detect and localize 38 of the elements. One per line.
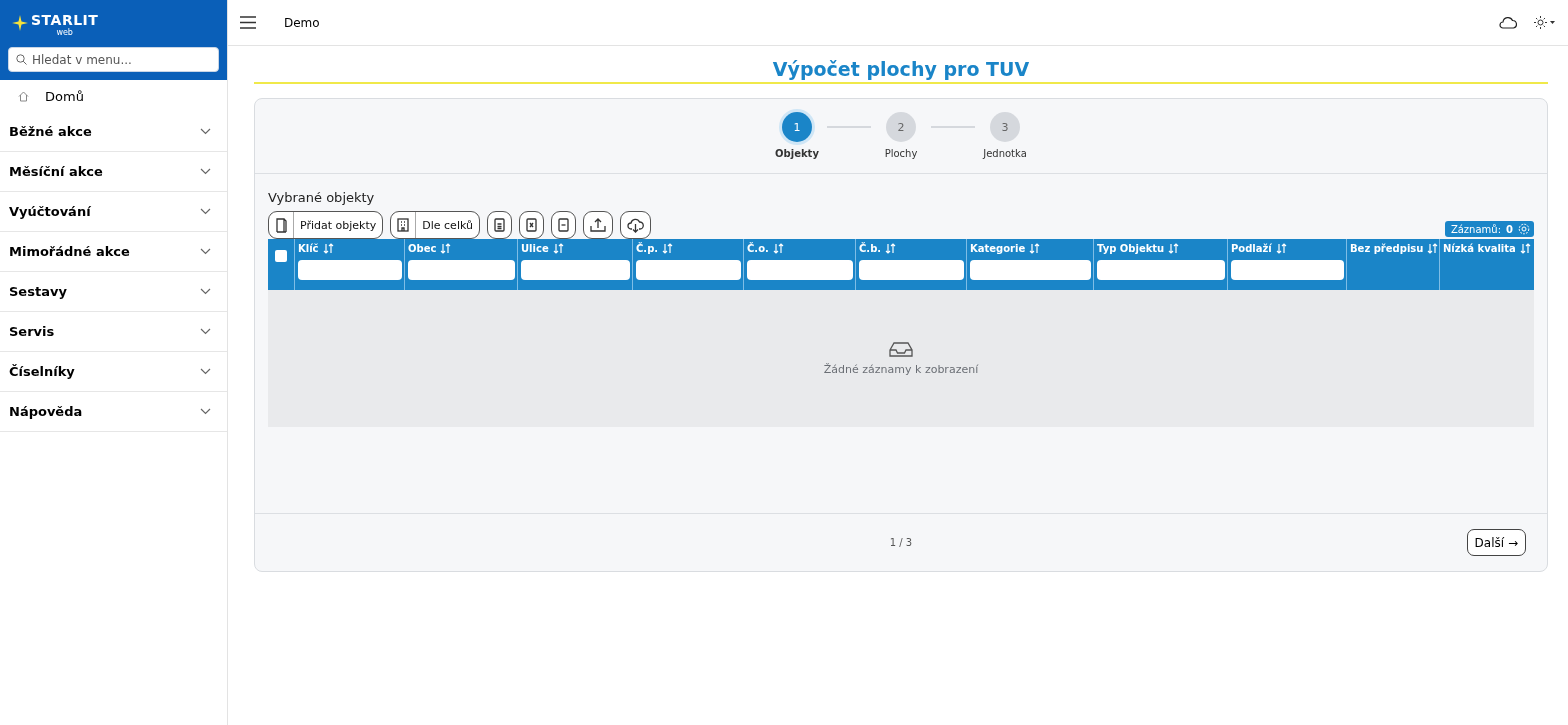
- column-header[interactable]: Č.b.: [859, 243, 882, 254]
- step-number[interactable]: 3: [990, 112, 1020, 142]
- column-header[interactable]: Ulice: [521, 243, 549, 254]
- brand-name: STARLIT: [31, 11, 99, 28]
- section-title: Vybrané objekty: [268, 190, 376, 205]
- nav-group[interactable]: Mimořádné akce: [0, 232, 227, 272]
- column-header[interactable]: Klíč: [298, 243, 319, 254]
- column-header[interactable]: Podlaží: [1231, 243, 1272, 254]
- step-label: Plochy: [884, 148, 918, 159]
- brand-subtitle: web: [55, 28, 74, 37]
- nav-group[interactable]: Vyúčtování: [0, 192, 227, 232]
- column-header[interactable]: Bez předpisu: [1350, 243, 1424, 254]
- nav-link[interactable]: Domů: [45, 88, 84, 104]
- column-header[interactable]: Kategorie: [970, 243, 1026, 254]
- nav-group[interactable]: Nápověda: [0, 392, 227, 432]
- menu-search-field[interactable]: Hledat v menu...: [8, 47, 219, 72]
- column-header[interactable]: Typ Objektu: [1097, 243, 1165, 254]
- next-button[interactable]: Další →: [1466, 529, 1526, 556]
- toolbar-button[interactable]: Přidat objekty: [268, 211, 384, 239]
- nav-group[interactable]: Číselníky: [0, 352, 227, 392]
- nav-group[interactable]: Sestavy: [0, 272, 227, 312]
- page-title: Výpočet plochy pro TUV: [254, 58, 1548, 84]
- nav-group[interactable]: Měsíční akce: [0, 152, 227, 192]
- step-label: Objekty: [775, 148, 819, 159]
- empty-message: Žádné záznamy k zobrazení: [823, 362, 979, 376]
- column-header[interactable]: Nízká kvalita: [1443, 243, 1516, 254]
- column-header[interactable]: Č.p.: [636, 243, 659, 254]
- toolbar-button[interactable]: Dle celků: [390, 211, 480, 239]
- records-badge: Záznamů: 0: [1444, 221, 1534, 237]
- nav-group[interactable]: Běžné akce: [0, 112, 227, 152]
- column-header[interactable]: Obec: [408, 243, 437, 254]
- page-indicator: 1 / 3: [889, 537, 913, 548]
- nav-group[interactable]: Servis: [0, 312, 227, 352]
- step-label: Jednotka: [983, 148, 1027, 159]
- step-number[interactable]: 1: [782, 112, 812, 142]
- column-header[interactable]: Č.o.: [747, 243, 769, 254]
- top-bar-title: Demo: [284, 15, 321, 30]
- step-number[interactable]: 2: [886, 112, 916, 142]
